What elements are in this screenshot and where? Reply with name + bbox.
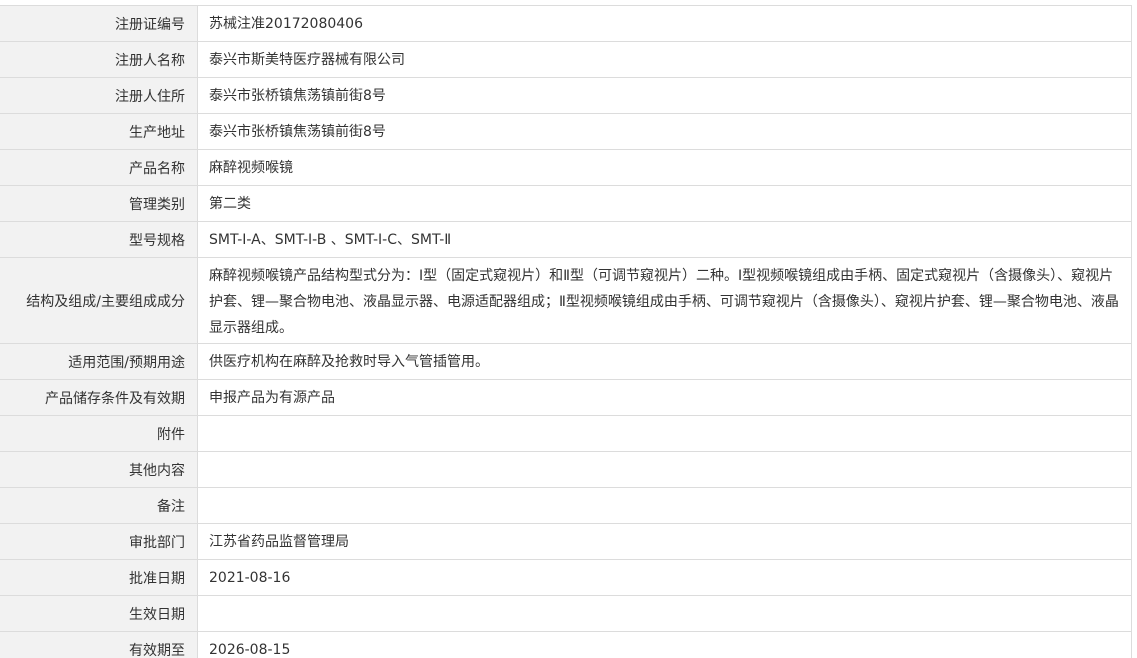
row-management-category: 管理类别 第二类 [0,186,1131,222]
field-label: 型号规格 [0,222,198,257]
field-label: 批准日期 [0,560,198,595]
row-registrant-name: 注册人名称 泰兴市斯美特医疗器械有限公司 [0,42,1131,78]
field-value: 2021-08-16 [209,569,291,586]
field-value: 泰兴市张桥镇焦荡镇前街8号 [209,87,386,104]
row-structure-composition: 结构及组成/主要组成成分 麻醉视频喉镜产品结构型式分为：Ⅰ型（固定式窥视片）和Ⅱ… [0,258,1131,344]
field-value: 供医疗机构在麻醉及抢救时导入气管插管用。 [209,353,489,370]
row-production-address: 生产地址 泰兴市张桥镇焦荡镇前街8号 [0,114,1131,150]
field-value [198,416,1131,451]
field-value: 2026-08-15 [209,641,291,658]
field-label: 注册人名称 [0,42,198,77]
field-label: 审批部门 [0,524,198,559]
field-value: 申报产品为有源产品 [209,389,335,406]
field-value: 苏械注准20172080406 [209,15,363,32]
field-label: 结构及组成/主要组成成分 [0,258,198,343]
row-registration-number: 注册证编号 苏械注准20172080406 [0,6,1131,42]
row-other-content: 其他内容 [0,452,1131,488]
row-registrant-address: 注册人住所 泰兴市张桥镇焦荡镇前街8号 [0,78,1131,114]
field-value [198,452,1131,487]
field-value: SMT-Ⅰ-A、SMT-Ⅰ-B 、SMT-Ⅰ-C、SMT-Ⅱ [209,231,452,248]
registration-detail-table: 注册证编号 苏械注准20172080406 注册人名称 泰兴市斯美特医疗器械有限… [0,5,1132,658]
row-attachment: 附件 [0,416,1131,452]
field-value: 麻醉视频喉镜 [209,159,293,176]
row-approval-department: 审批部门 江苏省药品监督管理局 [0,524,1131,560]
field-label: 其他内容 [0,452,198,487]
row-remarks: 备注 [0,488,1131,524]
field-value: 江苏省药品监督管理局 [209,533,349,550]
field-label: 备注 [0,488,198,523]
row-effective-date: 生效日期 [0,596,1131,632]
row-intended-use: 适用范围/预期用途 供医疗机构在麻醉及抢救时导入气管插管用。 [0,344,1131,380]
field-value [198,596,1131,631]
field-label: 注册人住所 [0,78,198,113]
row-storage-validity: 产品储存条件及有效期 申报产品为有源产品 [0,380,1131,416]
field-value [198,488,1131,523]
field-label: 管理类别 [0,186,198,221]
field-label: 产品名称 [0,150,198,185]
row-model-spec: 型号规格 SMT-Ⅰ-A、SMT-Ⅰ-B 、SMT-Ⅰ-C、SMT-Ⅱ [0,222,1131,258]
field-label: 产品储存条件及有效期 [0,380,198,415]
field-label: 适用范围/预期用途 [0,344,198,379]
row-product-name: 产品名称 麻醉视频喉镜 [0,150,1131,186]
row-approval-date: 批准日期 2021-08-16 [0,560,1131,596]
field-label: 生产地址 [0,114,198,149]
field-label: 生效日期 [0,596,198,631]
field-value: 第二类 [209,195,251,212]
field-label: 附件 [0,416,198,451]
field-value: 泰兴市张桥镇焦荡镇前街8号 [209,123,386,140]
field-value: 泰兴市斯美特医疗器械有限公司 [209,51,405,68]
field-label: 注册证编号 [0,6,198,41]
row-valid-until: 有效期至 2026-08-15 [0,632,1131,658]
field-label: 有效期至 [0,632,198,658]
field-value: 麻醉视频喉镜产品结构型式分为：Ⅰ型（固定式窥视片）和Ⅱ型（可调节窥视片）二种。Ⅰ… [209,268,1119,336]
